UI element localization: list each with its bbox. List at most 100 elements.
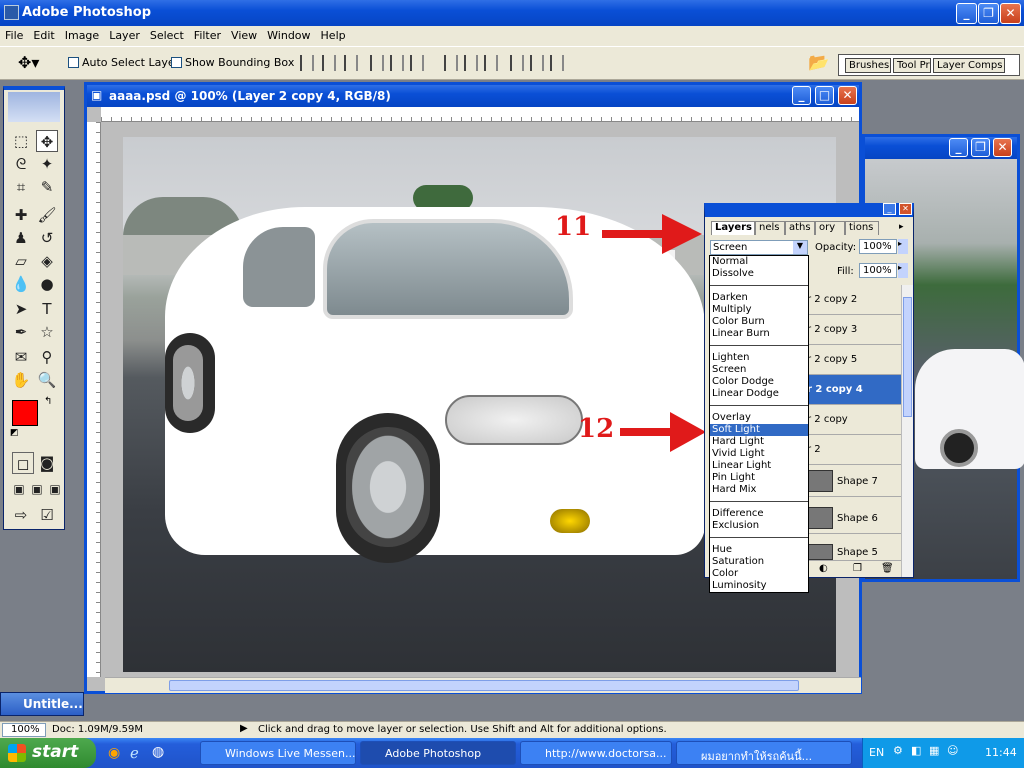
trash-icon[interactable]: 🗑 (881, 563, 894, 574)
well-tab-layer-comps[interactable]: Layer Comps (933, 58, 1005, 73)
menu-filter[interactable]: Filter (189, 26, 226, 42)
pen-tool-icon[interactable]: ✒ (10, 321, 32, 343)
task-browser-2[interactable]: ผมอยากทำให้รถค้นนี้... (676, 741, 852, 765)
auto-select-checkbox[interactable] (68, 57, 79, 68)
bg-doc-minimize-button[interactable]: _ (949, 138, 968, 157)
blend-option[interactable]: Overlay (710, 412, 808, 424)
blend-option[interactable]: Hard Mix (710, 484, 808, 496)
horizontal-ruler[interactable] (101, 107, 859, 122)
align-top-icon[interactable] (300, 55, 314, 71)
task-photoshop[interactable]: Adobe Photoshop (360, 741, 516, 765)
layer-row[interactable]: r 2 copy (805, 405, 903, 435)
firefox-icon[interactable]: ◉ (108, 745, 120, 761)
minimize-button[interactable]: _ (956, 3, 977, 24)
language-indicator[interactable]: EN (869, 746, 884, 759)
blend-option[interactable]: Luminosity (710, 580, 808, 592)
blend-option[interactable]: Linear Light (710, 460, 808, 472)
layer-row-active[interactable]: r 2 copy 4 (805, 375, 903, 405)
blur-tool-icon[interactable]: 💧 (10, 273, 32, 295)
clone-stamp-tool-icon[interactable]: ♟ (10, 227, 32, 249)
layer-row[interactable]: Shape 7 (805, 467, 903, 497)
tray-messenger-icon[interactable]: ☺ (947, 744, 958, 757)
task-browser[interactable]: http://www.doctorsa... (520, 741, 672, 765)
blend-mode-dropdown[interactable]: Normal Dissolve Darken Multiply Color Burn Li… (709, 255, 809, 593)
foreground-color-swatch[interactable] (12, 400, 38, 426)
doc-minimize-button[interactable]: _ (792, 86, 811, 105)
opacity-slider-icon[interactable]: ▸ (898, 239, 908, 254)
layer-row[interactable]: Shape 6 (805, 504, 903, 534)
menu-edit[interactable]: Edit (28, 26, 59, 42)
tab-channels[interactable]: nels (755, 221, 785, 235)
standard-mode-icon[interactable]: ◻ (12, 452, 34, 474)
blend-option[interactable]: Darken (710, 292, 808, 304)
background-document-title-bar[interactable]: _ ❐ ✕ (865, 137, 1017, 159)
path-selection-tool-icon[interactable]: ➤ (10, 298, 32, 320)
align-left-icon[interactable] (370, 55, 384, 71)
vertical-ruler[interactable] (87, 122, 101, 677)
chevron-down-icon[interactable]: ▼ (793, 241, 807, 254)
menu-view[interactable]: View (226, 26, 262, 42)
magic-wand-tool-icon[interactable]: ✦ (36, 153, 58, 175)
blend-option[interactable]: Hard Light (710, 436, 808, 448)
bg-doc-close-button[interactable]: ✕ (993, 138, 1012, 157)
layer-row[interactable]: r 2 copy 3 (805, 315, 903, 345)
menu-layer[interactable]: Layer (104, 26, 145, 42)
align-right-icon[interactable] (410, 55, 424, 71)
scrollbar-thumb[interactable] (169, 680, 799, 691)
blend-option[interactable]: Linear Burn (710, 328, 808, 340)
tab-layers[interactable]: Layers (711, 221, 755, 235)
menu-file[interactable]: File (0, 26, 28, 42)
history-brush-tool-icon[interactable]: ↺ (36, 227, 58, 249)
blend-option[interactable]: Soft Light (710, 424, 808, 436)
fill-input[interactable]: 100% (859, 263, 897, 278)
close-button[interactable]: ✕ (1000, 3, 1021, 24)
bg-doc-restore-button[interactable]: ❐ (971, 138, 990, 157)
well-tab-tool-presets[interactable]: Tool Pr (893, 58, 931, 73)
zoom-tool-icon[interactable]: 🔍 (36, 369, 58, 391)
distribute-right-icon[interactable] (550, 55, 564, 71)
dodge-tool-icon[interactable]: ● (36, 273, 58, 295)
blend-option[interactable]: Color (710, 568, 808, 580)
blend-option[interactable]: Lighten (710, 352, 808, 364)
tray-volume-icon[interactable]: ◧ (911, 744, 921, 757)
healing-brush-tool-icon[interactable]: ✚ (10, 204, 32, 226)
ie-icon[interactable]: ℯ (130, 744, 139, 762)
eyedropper-tool-icon[interactable]: ⚲ (36, 346, 58, 368)
blend-option[interactable]: Linear Dodge (710, 388, 808, 400)
panel-menu-arrow-icon[interactable]: ▸ (899, 222, 904, 232)
blend-option[interactable]: Dissolve (710, 268, 808, 280)
jump-to-imageready-icon[interactable]: ⇨ (10, 504, 32, 526)
photoshop-feather-logo[interactable] (8, 92, 60, 122)
doc-close-button[interactable]: ✕ (838, 86, 857, 105)
imageready-icon[interactable]: ☑ (36, 504, 58, 526)
screen-mode-full-icon[interactable]: ▣ (44, 478, 66, 500)
move-tool-preset-icon[interactable]: ✥▾ (18, 53, 39, 72)
zoom-input[interactable]: 100% (2, 723, 46, 737)
lasso-tool-icon[interactable]: ᘓ (10, 153, 32, 175)
type-tool-icon[interactable]: T (36, 298, 58, 320)
align-bottom-icon[interactable] (344, 55, 358, 71)
slice-tool-icon[interactable]: ✎ (36, 176, 58, 198)
file-browser-icon[interactable]: 📂 (808, 53, 829, 73)
menu-image[interactable]: Image (60, 26, 104, 42)
start-button[interactable]: start (0, 738, 96, 768)
notes-tool-icon[interactable]: ✉ (10, 346, 32, 368)
restore-button[interactable]: ❐ (978, 3, 999, 24)
well-tab-brushes[interactable]: Brushes (845, 58, 891, 73)
blend-option[interactable]: Difference (710, 508, 808, 520)
blend-option[interactable]: Pin Light (710, 472, 808, 484)
minimized-document[interactable]: Untitle... (0, 692, 84, 716)
distribute-vcenter-icon[interactable] (464, 55, 478, 71)
layer-row[interactable]: r 2 copy 5 (805, 345, 903, 375)
blend-option[interactable]: Color Burn (710, 316, 808, 328)
align-hcenter-icon[interactable] (390, 55, 404, 71)
status-arrow-icon[interactable]: ▶ (240, 723, 248, 734)
opacity-input[interactable]: 100% (859, 239, 897, 254)
tray-app-icon[interactable]: ▦ (929, 744, 939, 757)
paint-bucket-tool-icon[interactable]: ◈ (36, 250, 58, 272)
blend-option[interactable]: Hue (710, 544, 808, 556)
layer-row[interactable]: Shape 5 (805, 541, 903, 561)
layers-scrollbar[interactable] (901, 285, 913, 577)
menu-select[interactable]: Select (145, 26, 189, 42)
move-tool-icon[interactable]: ✥ (36, 130, 58, 152)
